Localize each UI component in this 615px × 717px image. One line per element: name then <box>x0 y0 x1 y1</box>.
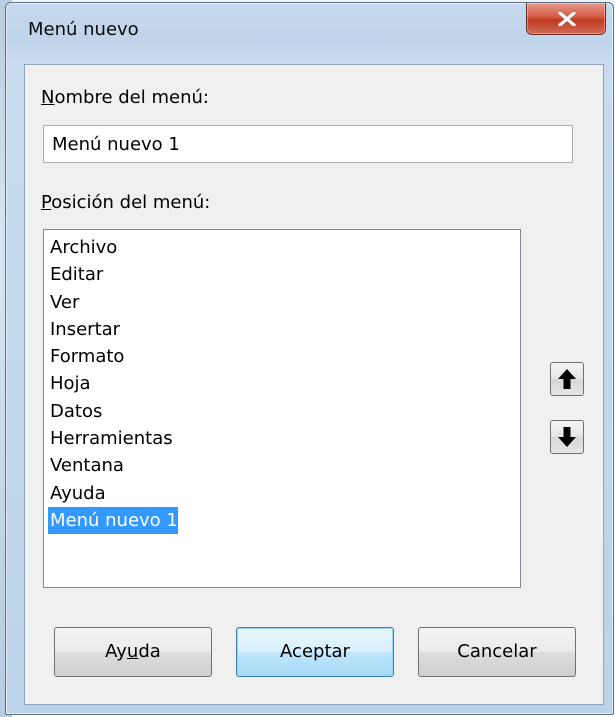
list-item[interactable]: Editar <box>48 261 103 288</box>
list-item[interactable]: Datos <box>48 398 102 425</box>
list-item[interactable]: Insertar <box>48 316 120 343</box>
menu-name-label: Nombre del menú: <box>41 87 209 108</box>
menu-position-label-mnemonic: P <box>41 192 52 213</box>
list-item[interactable]: Ventana <box>48 452 124 479</box>
cancel-button[interactable]: Cancelar <box>418 627 576 677</box>
close-button[interactable] <box>526 3 606 35</box>
arrow-up-icon <box>558 369 576 389</box>
dialog-body: Nombre del menú: Posición del menú: Arch… <box>24 64 604 705</box>
menu-position-list[interactable]: Archivo Editar Ver Insertar Formato Hoja… <box>43 229 521 588</box>
help-button-text-start: Ay <box>105 641 127 662</box>
move-down-button[interactable] <box>550 420 584 454</box>
list-item[interactable]: Formato <box>48 343 124 370</box>
menu-name-input[interactable] <box>43 125 573 163</box>
menu-position-label-text: osición del menú: <box>51 192 211 213</box>
list-item[interactable]: Ayuda <box>48 480 106 507</box>
help-button-mnemonic: u <box>126 641 139 662</box>
list-item[interactable]: Ver <box>48 289 79 316</box>
list-item[interactable]: Hoja <box>48 370 91 397</box>
ok-button[interactable]: Aceptar <box>236 627 394 677</box>
close-x-icon <box>558 12 576 26</box>
help-button-text-end: da <box>138 641 161 662</box>
menu-name-label-mnemonic: N <box>41 87 55 108</box>
menu-position-label: Posición del menú: <box>41 192 210 213</box>
arrow-down-icon <box>558 427 576 447</box>
menu-name-label-text: ombre del menú: <box>54 87 209 108</box>
move-up-button[interactable] <box>550 362 584 396</box>
list-item[interactable]: Archivo <box>48 234 117 261</box>
list-item-selected[interactable]: Menú nuevo 1 <box>48 506 178 535</box>
dialog-title: Menú nuevo <box>28 19 139 40</box>
help-button[interactable]: Ayuda <box>54 627 212 677</box>
list-item[interactable]: Herramientas <box>48 425 173 452</box>
dialog-window: Menú nuevo Nombre del menú: Posición del… <box>5 2 614 715</box>
